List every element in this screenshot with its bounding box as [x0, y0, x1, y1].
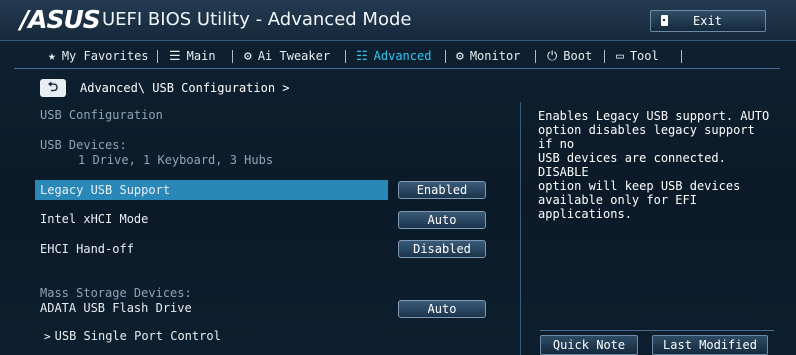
intel-xhci-mode-value[interactable]: Auto: [398, 211, 486, 229]
tab-label: My Favorites: [61, 49, 149, 63]
tab-main[interactable]: ☰ Main: [169, 47, 216, 65]
tab-label: Boot: [563, 49, 593, 63]
title-bar: /ASUS UEFI BIOS Utility - Advanced Mode …: [0, 0, 796, 41]
tab-boot[interactable]: ⏻ Boot: [547, 47, 592, 65]
exit-button[interactable]: Exit: [650, 10, 766, 32]
setting-adata-usb-flash-drive[interactable]: ADATA USB Flash Drive: [40, 301, 192, 316]
back-arrow-icon: ⮌: [47, 80, 59, 95]
tab-separator: [157, 50, 158, 63]
tab-separator: [604, 50, 605, 63]
legacy-usb-support-value[interactable]: Enabled: [398, 181, 486, 199]
app-title: UEFI BIOS Utility - Advanced Mode: [102, 9, 412, 30]
asus-logo: /ASUS: [20, 5, 101, 34]
list-icon: ☰: [169, 49, 181, 64]
tab-label: Monitor: [469, 49, 521, 63]
exit-door-icon: [661, 15, 668, 26]
chevron-right-icon: >: [44, 330, 51, 343]
ai-tweaker-icon: ⚙: [244, 49, 252, 64]
star-icon: ★: [48, 49, 56, 64]
last-modified-button[interactable]: Last Modified: [652, 335, 768, 355]
usb-devices-value: 1 Drive, 1 Keyboard, 3 Hubs: [78, 153, 274, 167]
tab-advanced[interactable]: ☷ Advanced: [356, 47, 431, 65]
submenu-usb-single-port-control[interactable]: > USB Single Port Control: [44, 329, 221, 344]
help-footer-divider: [540, 330, 774, 331]
tab-bar: ★ My Favorites ☰ Main ⚙ Ai Tweaker ☷ Advance…: [14, 44, 780, 69]
tab-label: Ai Tweaker: [257, 49, 331, 63]
tab-separator: [232, 50, 233, 63]
ehci-hand-off-value[interactable]: Disabled: [398, 240, 486, 258]
advanced-icon: ☷: [356, 49, 368, 64]
exit-label: Exit: [693, 14, 722, 28]
mass-storage-label: Mass Storage Devices:: [40, 286, 192, 300]
setting-intel-xhci-mode[interactable]: Intel xHCI Mode: [40, 212, 148, 227]
monitor-icon: ⚙: [456, 49, 464, 64]
tab-separator: [445, 50, 446, 63]
tab-my-favorites[interactable]: ★ My Favorites: [48, 47, 149, 65]
tab-ai-tweaker[interactable]: ⚙ Ai Tweaker: [244, 47, 330, 65]
adata-usb-flash-drive-value[interactable]: Auto: [398, 300, 486, 318]
setting-ehci-hand-off[interactable]: EHCI Hand-off: [40, 242, 134, 257]
tab-label: Tool: [629, 49, 659, 63]
tab-label: Advanced: [373, 49, 432, 63]
power-icon: ⏻: [547, 49, 558, 64]
bios-screen: /ASUS UEFI BIOS Utility - Advanced Mode …: [0, 0, 796, 355]
setting-legacy-usb-support[interactable]: Legacy USB Support: [40, 183, 170, 198]
tab-separator: [345, 50, 346, 63]
usb-devices-label: USB Devices:: [40, 138, 127, 152]
section-title: USB Configuration: [40, 108, 163, 122]
breadcrumb: Advanced\ USB Configuration >: [80, 81, 290, 95]
back-button[interactable]: ⮌: [40, 79, 66, 97]
tool-icon: ▭: [616, 49, 624, 64]
quick-note-button[interactable]: Quick Note: [540, 335, 638, 355]
tab-monitor[interactable]: ⚙ Monitor: [456, 47, 520, 65]
tab-separator: [681, 50, 682, 63]
tab-tool[interactable]: ▭ Tool: [616, 47, 659, 65]
tab-separator: [535, 50, 536, 63]
submenu-label: USB Single Port Control: [54, 329, 221, 343]
tab-label: Main: [186, 49, 216, 63]
help-text: Enables Legacy USB support. AUTO option …: [538, 109, 770, 221]
